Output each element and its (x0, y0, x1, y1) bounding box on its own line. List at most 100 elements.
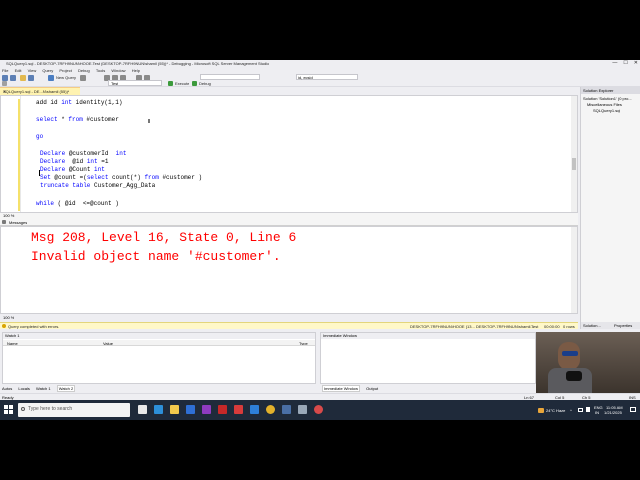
sql-text: ( @id <=@count ) (54, 200, 119, 207)
app-icon-gray[interactable] (298, 405, 307, 414)
notification-icon[interactable] (630, 407, 636, 412)
store-icon[interactable] (186, 405, 195, 414)
row-count: 0 rows (563, 324, 575, 329)
execute-button[interactable]: Execute (175, 81, 189, 86)
menu-help[interactable]: Help (132, 68, 140, 73)
messages-scrollbar[interactable] (571, 227, 577, 313)
new-query-button[interactable]: New Query (56, 75, 76, 80)
tab-immediate-window[interactable]: Immediate Window (322, 385, 361, 392)
debug-icon[interactable] (192, 81, 197, 86)
menu-project[interactable]: Project (59, 68, 71, 73)
code-line: truncate table Customer_Agg_Data (40, 182, 155, 189)
network-icon[interactable] (578, 408, 583, 412)
clock-date[interactable]: 1/21/2025 (604, 410, 622, 415)
immediate-tabs: Immediate Window Output (322, 385, 383, 392)
menu-view[interactable]: View (28, 68, 37, 73)
tab-solution-explorer[interactable]: Solution... (583, 323, 601, 328)
open-file-icon[interactable] (20, 75, 26, 81)
results-tabs: Messages (0, 219, 578, 226)
file-explorer-icon[interactable] (170, 405, 179, 414)
maximize-button[interactable]: ☐ (623, 60, 627, 67)
visual-studio-icon[interactable] (202, 405, 211, 414)
editor-scrollbar[interactable] (571, 96, 577, 212)
user-name: DESKTOP-7RFH9NUN\shamil... (476, 324, 534, 329)
sql-text: add id (36, 99, 62, 106)
sql-text: @Count (65, 166, 95, 173)
database-select[interactable]: Test (108, 80, 162, 86)
immediate-window[interactable]: Immediate Window (320, 332, 536, 384)
editor-scroll-thumb[interactable] (572, 158, 576, 170)
code-line: Declare @id int =1 (40, 158, 108, 165)
app-icon-record[interactable] (314, 405, 323, 414)
tab-watch1[interactable]: Watch 1 (36, 386, 51, 391)
object-explorer-icon[interactable] (2, 81, 7, 86)
col-value: Value (103, 341, 113, 346)
tab-properties[interactable]: Properties (614, 323, 632, 328)
tab-watch2[interactable]: Watch 2 (56, 385, 76, 392)
elapsed-time: 00:00:00 (544, 324, 560, 329)
search-icon (21, 407, 25, 411)
solution-panel-tabs: Solution... Properties (581, 322, 640, 329)
menu-window[interactable]: Window (111, 68, 125, 73)
forward-icon[interactable] (10, 75, 16, 81)
app-icon-red[interactable] (234, 405, 243, 414)
sql-text: =1 (97, 158, 109, 165)
app-icon-blue[interactable] (250, 405, 259, 414)
server-name: DESKTOP-7RFH9NUN\HOOE (13... (410, 324, 475, 329)
taskbar-search-box[interactable]: Type here to search (18, 403, 130, 417)
sql-keyword: int (94, 166, 105, 173)
warning-icon (2, 324, 6, 328)
menu-edit[interactable]: Edit (15, 68, 22, 73)
execute-icon[interactable] (168, 81, 173, 86)
menu-file[interactable]: File (2, 68, 8, 73)
close-tab-icon[interactable]: ✕ (3, 89, 78, 94)
sql-keyword: int (115, 150, 127, 157)
save-icon[interactable] (28, 75, 34, 81)
code-line: Declare @customerId int (40, 150, 126, 157)
misc-files-node[interactable]: Miscellaneous Files (587, 102, 622, 107)
tab-messages[interactable]: Messages (9, 220, 27, 225)
ssms-icon[interactable] (282, 405, 291, 414)
volume-icon[interactable] (586, 407, 590, 412)
database-name: Test (531, 324, 539, 329)
new-query-icon[interactable] (48, 75, 54, 81)
sql-text: Customer_Agg_Data (90, 182, 156, 189)
tray-chevron-icon[interactable]: ^ (570, 408, 572, 413)
solution-config-combo[interactable] (200, 74, 260, 80)
solution-explorer-title: Solution Explorer (581, 87, 640, 94)
wps-icon[interactable] (218, 405, 227, 414)
menu-tools[interactable]: Tools (96, 68, 105, 73)
edge-browser-icon[interactable] (154, 405, 163, 414)
windows-start-icon[interactable] (4, 405, 13, 414)
debug-button[interactable]: Debug (199, 81, 211, 86)
sqlquery-file-node[interactable]: SQLQuery1.sql (593, 108, 620, 113)
tab-output[interactable]: Output (366, 386, 378, 391)
editor-gutter (1, 96, 21, 212)
tab-sqlquery1[interactable]: SQLQuery1.sql - DE...N\shamil (55))* ✕ (0, 87, 80, 95)
query-editor[interactable]: add id int identity(1,1) select * from #c… (0, 95, 578, 213)
sql-keyword: truncate table (40, 182, 91, 189)
weather-text[interactable]: 24°C Haze (546, 408, 565, 413)
code-line: go (36, 133, 43, 140)
document-tabs: SQLQuery1.sql - DE...N\shamil (55))* ✕ (0, 87, 578, 95)
menu-debug[interactable]: Debug (78, 68, 90, 73)
results-zoom-level[interactable]: 100 % (3, 315, 14, 320)
toolbar: New Query id, ecsid Test Execute Debug (0, 74, 640, 87)
editor-zoom-level[interactable]: 100 % (3, 213, 14, 218)
sql-text: @customerId (65, 150, 116, 157)
query-status-message: Query completed with errors. (8, 324, 60, 329)
col-name: Name (7, 341, 18, 346)
code-line: add id int identity(1,1) (36, 99, 122, 106)
tab-locals[interactable]: Locals (18, 386, 30, 391)
close-button[interactable]: ✕ (634, 60, 638, 67)
database-query-icon[interactable] (80, 75, 86, 81)
watch-tabs: Autos Locals Watch 1 Watch 2 (2, 385, 80, 392)
minimize-button[interactable]: — (612, 60, 617, 67)
chrome-icon[interactable] (266, 405, 275, 414)
menu-query[interactable]: Query (42, 68, 53, 73)
watch-title: Watch 1 (5, 333, 20, 338)
tab-autos[interactable]: Autos (2, 386, 12, 391)
search-combo[interactable]: id, ecsid (296, 74, 358, 80)
solution-node[interactable]: Solution 'Solution1' (0 pro... (583, 96, 632, 101)
task-view-icon[interactable] (138, 405, 147, 414)
